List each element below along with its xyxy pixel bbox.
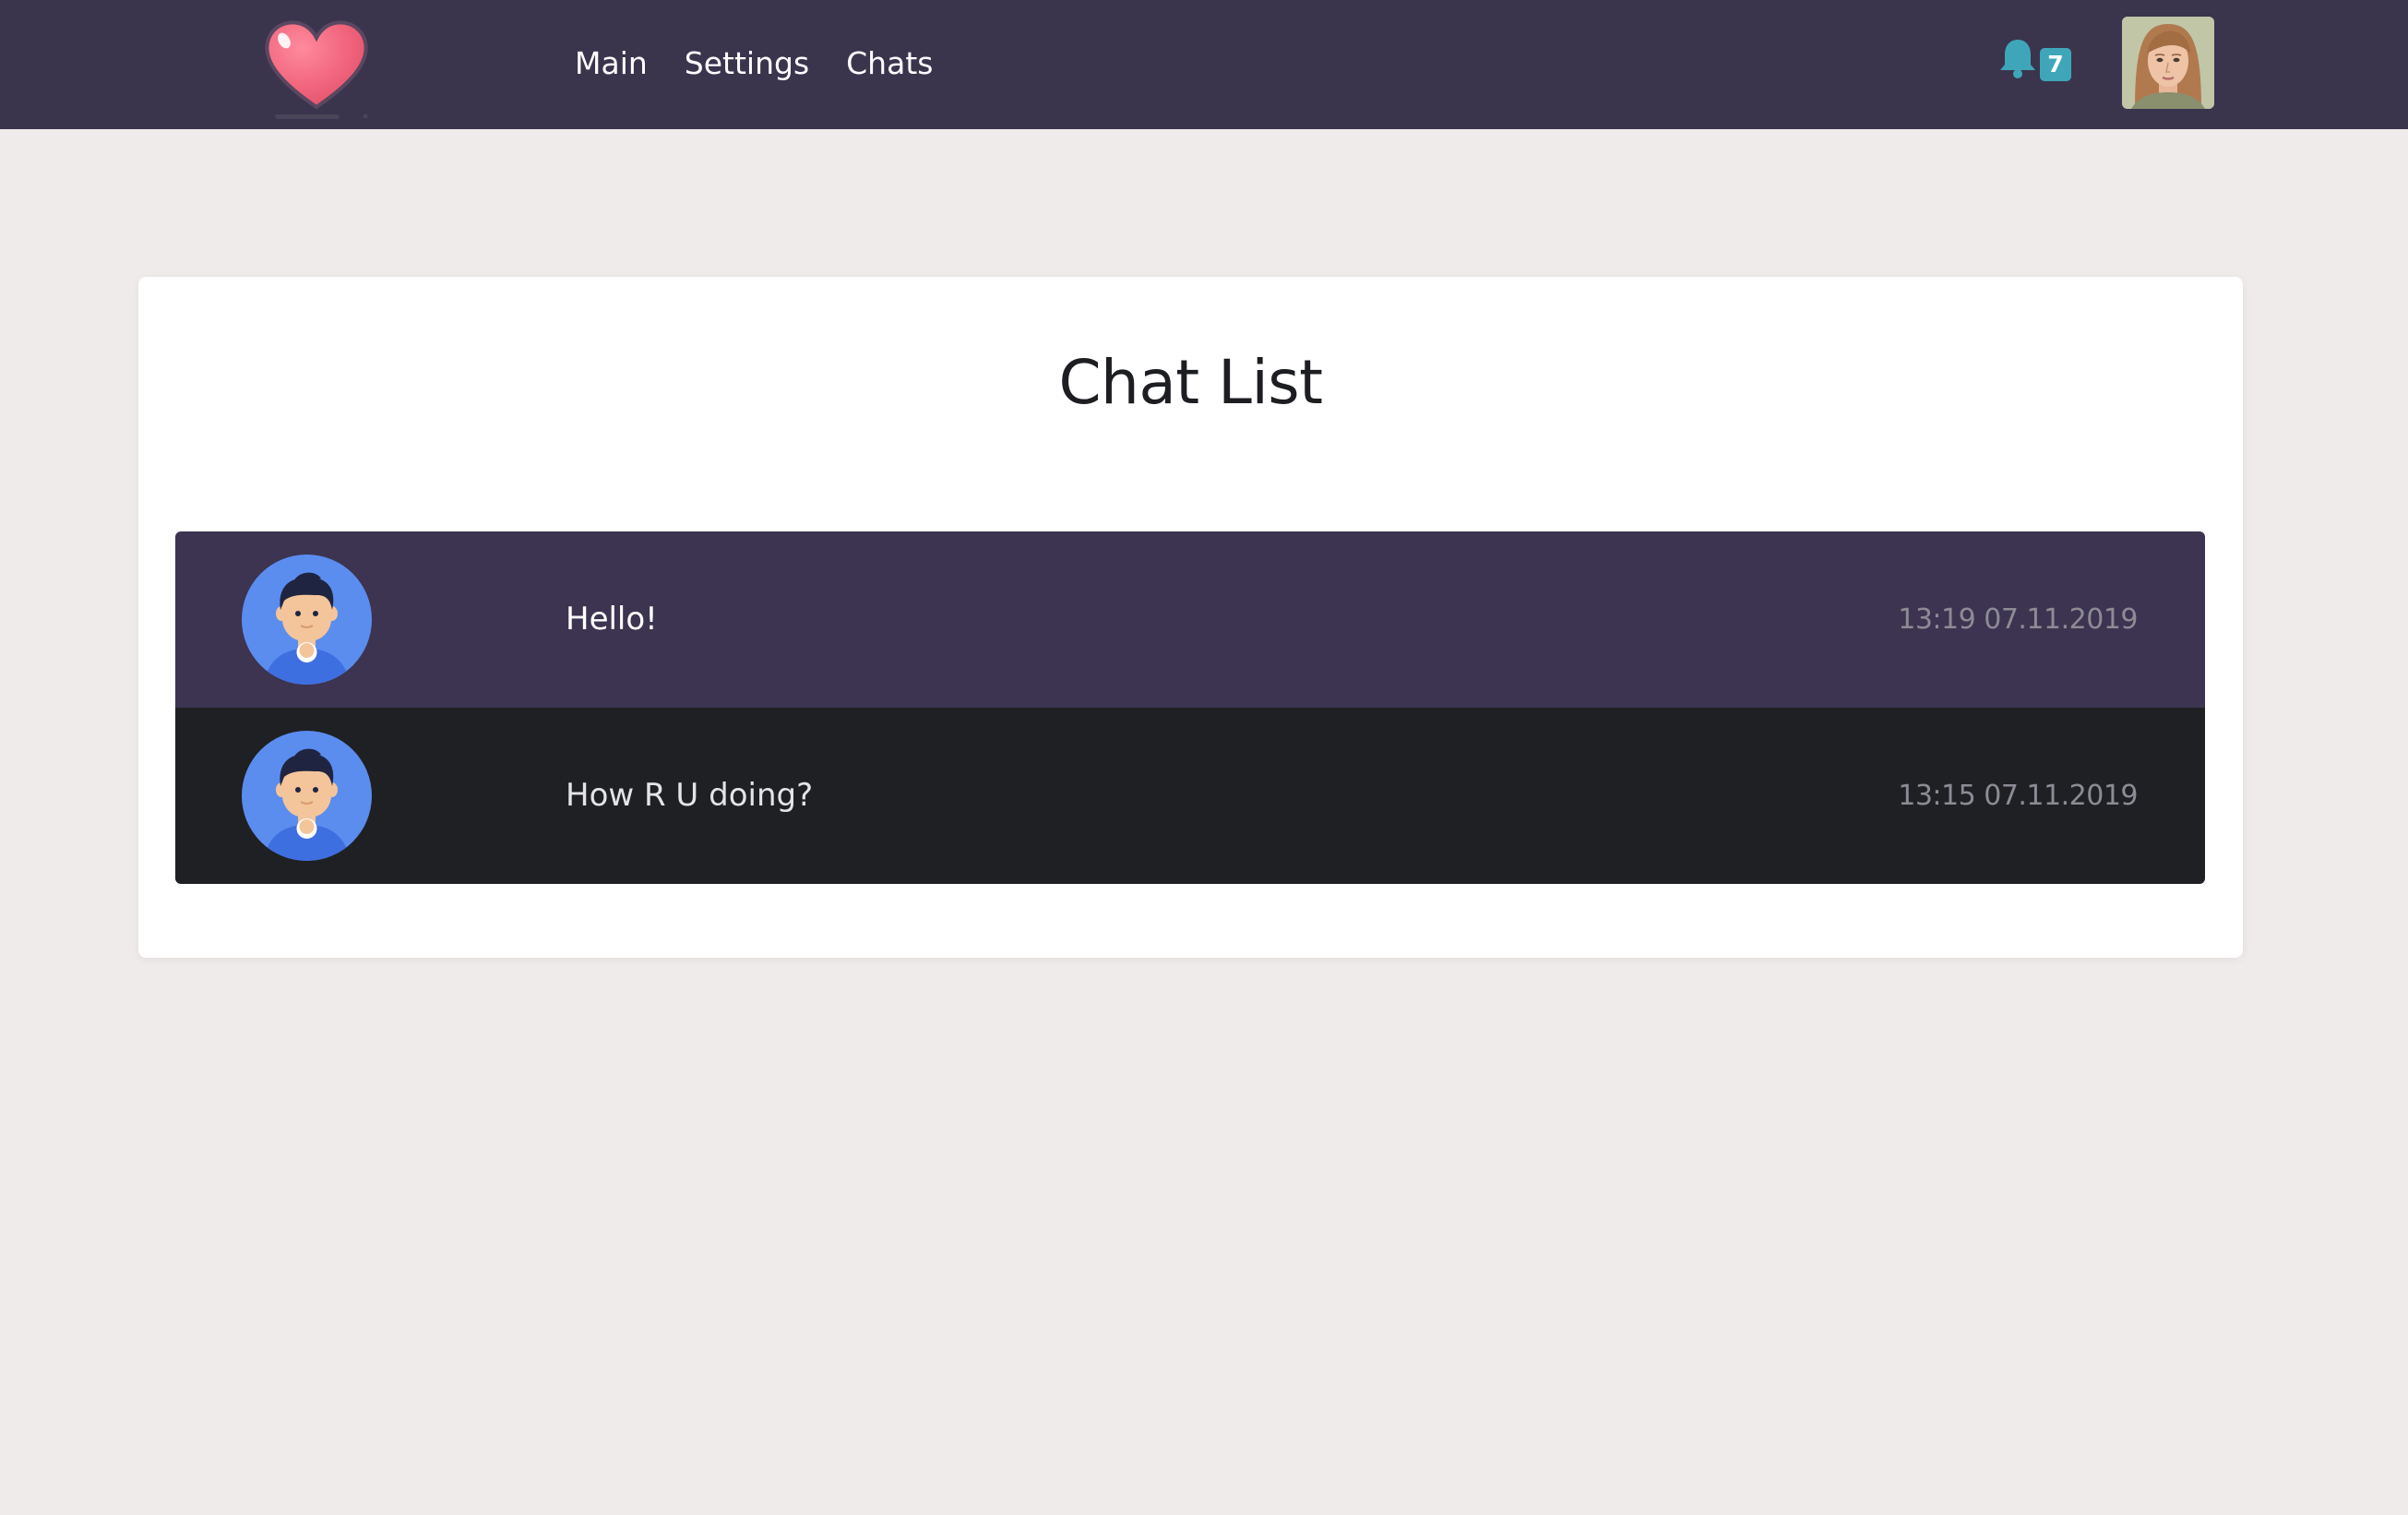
- user-avatar-photo[interactable]: [2122, 17, 2214, 109]
- chat-list: Hello! 13:19 07.11.2019 How R U doing? 1…: [175, 531, 2205, 884]
- notification-count-badge: 7: [2040, 48, 2071, 81]
- top-navbar: Main Settings Chats 7: [0, 0, 2408, 129]
- chat-timestamp: 13:19 07.11.2019: [1898, 603, 2138, 636]
- bell-icon[interactable]: [1998, 37, 2037, 79]
- user-avatar-icon: [242, 555, 372, 685]
- user-avatar-icon: [242, 731, 372, 861]
- chat-row[interactable]: How R U doing? 13:15 07.11.2019: [175, 708, 2205, 884]
- nav-link-settings[interactable]: Settings: [685, 45, 809, 81]
- chat-list-card: Chat List Hello! 13:19 07.11.2019 How R …: [138, 277, 2243, 958]
- nav-link-chats[interactable]: Chats: [846, 45, 933, 81]
- nav-link-main[interactable]: Main: [575, 45, 648, 81]
- chat-message-preview: How R U doing?: [566, 777, 814, 814]
- main-nav: Main Settings Chats: [575, 37, 970, 89]
- chat-message-preview: Hello!: [566, 601, 658, 638]
- page-title: Chat List: [1058, 347, 1323, 418]
- chat-timestamp: 13:15 07.11.2019: [1898, 780, 2138, 812]
- heart-logo-icon[interactable]: [260, 13, 373, 122]
- chat-row[interactable]: Hello! 13:19 07.11.2019: [175, 531, 2205, 708]
